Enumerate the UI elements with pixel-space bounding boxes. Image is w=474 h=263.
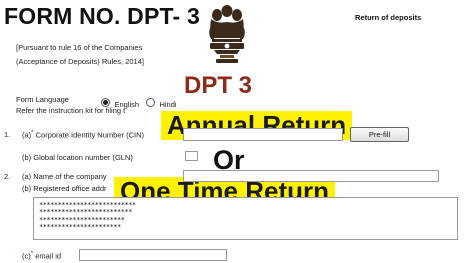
gln-input[interactable]: [185, 151, 198, 161]
prefill-button[interactable]: Pre-fill: [350, 127, 409, 142]
company-name-label: (a) Name of the company: [22, 172, 107, 181]
dpt3-overlay-title: DPT 3: [184, 72, 253, 99]
pursuant-line-1: [Pursuant to rule 16 of the Companies: [16, 43, 143, 52]
company-name-input[interactable]: ************************: [183, 170, 439, 182]
item-1-number: 1.: [4, 130, 11, 139]
email-input[interactable]: **********************: [79, 249, 227, 261]
form-language-label: Form Language: [16, 95, 69, 104]
return-of-deposits-label: Return of deposits: [355, 13, 422, 22]
cin-label: (a)* Corporate Identity Number (CIN): [22, 130, 144, 140]
radio-hindi[interactable]: Hindi: [146, 94, 177, 112]
registered-office-label: (b) Registered office addr: [22, 184, 107, 193]
address-line: **********************: [39, 223, 121, 232]
item-2-number: 2.: [4, 172, 11, 181]
radio-hindi-label: Hindi: [159, 100, 177, 109]
form-title: FORM NO. DPT- 3: [4, 3, 200, 29]
gln-label: (b) Global location number (GLN): [22, 153, 133, 162]
pursuant-line-2: (Acceptance of Deposits) Rules, 2014]: [16, 57, 144, 66]
national-emblem-icon: [209, 5, 245, 63]
registered-office-address-input[interactable]: ************************** *************…: [33, 197, 458, 240]
cin-input[interactable]: *********************: [183, 128, 343, 141]
instruction-kit-text: Refer the instruction kit for filing t: [16, 106, 126, 115]
email-label: (c)* email id: [22, 251, 62, 261]
radio-hindi-icon[interactable]: [146, 98, 155, 108]
